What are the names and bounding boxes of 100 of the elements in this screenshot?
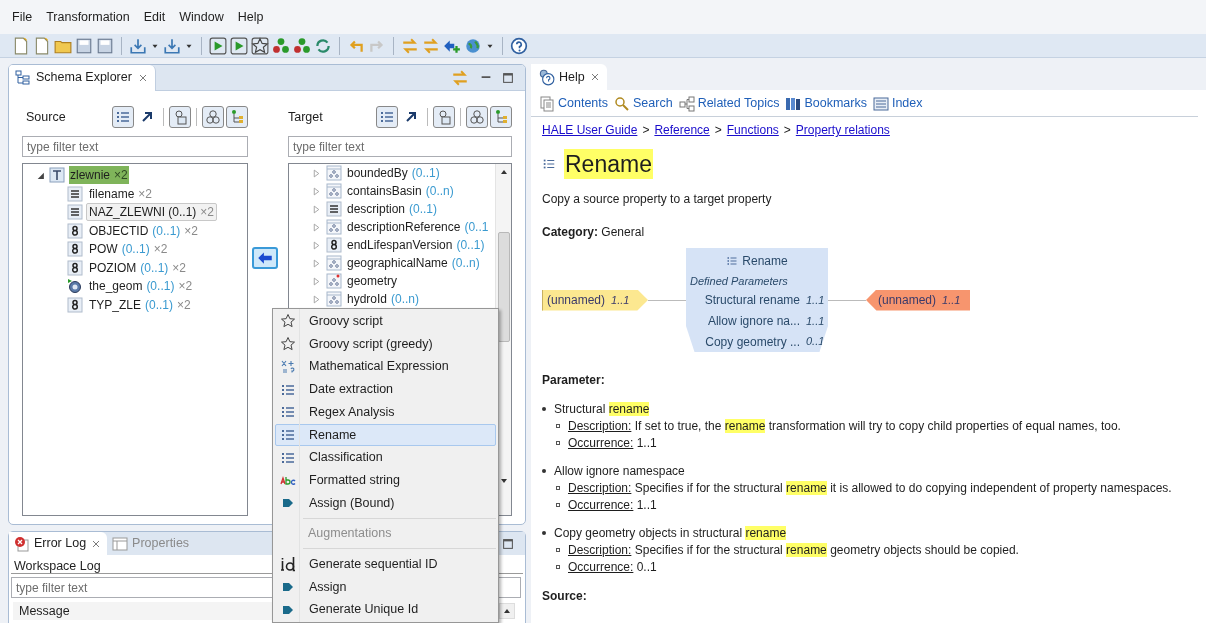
type-icon[interactable] [433,106,456,128]
books-icon [785,95,802,112]
new-file-icon[interactable] [12,36,30,55]
view-tab[interactable]: Help [531,64,607,90]
mapping-button-icon[interactable] [252,247,278,269]
tree-item[interactable]: NAZ_ZLEWNI (0..1) ×2 [86,203,218,222]
menu-item[interactable]: Transformation [39,6,137,28]
tree-item[interactable]: zlewnie ×2 [69,166,129,185]
connector-line [828,299,866,301]
refresh-icon[interactable] [314,36,332,55]
help-icon[interactable] [510,36,528,55]
tree-item[interactable]: descriptionReference (0..1 [347,218,489,236]
help-toolbar-button[interactable]: Search [614,94,673,113]
menu-item[interactable]: Regex Analysis [275,400,496,424]
help-category: Category: General [542,224,646,241]
list-icon [726,255,739,267]
rings-icon[interactable] [202,106,224,128]
scroll-up-icon[interactable] [499,603,515,619]
type-icon[interactable] [169,106,192,128]
bullet [542,406,546,411]
menu-item[interactable]: Mathematical Expression [275,355,496,379]
view-tab[interactable]: Error Log [9,532,108,555]
menu-item[interactable]: Classification [275,446,496,470]
menu-item[interactable]: Generate sequential ID [275,552,496,576]
menu-item[interactable]: Edit [136,6,173,28]
export-icon[interactable] [163,36,181,55]
parameter-name: Copy geometry objects in structural rename [554,524,787,542]
filter-field[interactable]: type filter text [288,136,512,157]
tree-item[interactable]: filename ×2 [86,184,156,203]
breadcrumb-link[interactable]: Functions [726,121,779,139]
list-icon [542,157,556,171]
tree-item[interactable]: endLifespanVersion (0..1) [347,236,485,254]
molecule-icon[interactable] [272,36,290,55]
maximize-icon[interactable] [501,70,515,85]
tree-item[interactable]: TYP_ZLE (0..1) ×2 [86,295,194,314]
help-toolbar-button[interactable]: Related Topics [678,94,780,113]
list-icon[interactable] [376,106,399,128]
error-log-icon [14,535,30,552]
number-icon [67,259,83,276]
view-tab[interactable]: Schema Explorer [9,65,156,91]
property-group-icon [326,255,342,271]
help-toolbar-button[interactable]: Bookmarks [785,94,867,113]
star-icon[interactable] [251,36,269,55]
sub-bullet [556,502,560,507]
sub-bullet [556,564,560,569]
property-group-icon [326,273,342,289]
property-group-icon [326,165,342,181]
menu-item[interactable]: Groovy script (greedy) [275,332,496,356]
property-group-icon [326,183,342,199]
tree-item[interactable]: POW (0..1) ×2 [86,240,171,259]
menu-item[interactable]: Assign (Bound) [275,491,496,515]
menu-item[interactable]: Window [172,6,231,28]
sub-bullet [556,485,560,490]
section-heading: Source: [542,588,588,605]
menu-item[interactable]: Generate Unique Id [275,598,496,622]
tree-item[interactable]: boundedBy (0..1) [347,164,440,182]
tree-item[interactable]: containsBasin (0..n) [347,182,454,200]
hierarchy-icon[interactable] [490,106,512,128]
breadcrumb-link[interactable]: HALE User Guide [542,121,638,139]
play-icon[interactable] [230,36,248,55]
menu-item[interactable]: Groovy script [275,310,496,333]
molecule-icon[interactable] [293,36,311,55]
tree-item[interactable]: the_geom (0..1) ×2 [86,277,196,296]
scrollbar-thumb[interactable] [497,232,510,342]
menu-item[interactable]: Rename [275,423,496,447]
list-icon[interactable] [112,106,135,128]
help-toolbar-button[interactable]: Index [872,94,923,113]
tree-item[interactable]: POZIOM (0..1) ×2 [86,258,190,277]
save-icon[interactable] [75,36,93,55]
help-summary: Copy a source property to a target property [542,191,773,208]
menu-item[interactable]: Formatted string [275,469,496,492]
import-icon[interactable] [129,36,147,55]
tree-item[interactable]: hydroId (0..n) [347,290,420,308]
menu-item[interactable]: Assign [275,575,496,599]
breadcrumb-link[interactable]: Property relations [795,121,890,139]
help-toolbar-button[interactable]: Contents [539,94,609,113]
filter-field[interactable]: type filter text [22,136,248,157]
menu-item[interactable]: Date extraction [275,378,496,401]
tree-item[interactable]: geometry [347,272,398,290]
maximize-icon[interactable] [501,536,515,551]
menu-section-header: Augmentations [307,525,393,543]
menu-item[interactable]: Help [230,6,271,28]
tree-item[interactable]: OBJECTID (0..1) ×2 [86,221,202,240]
bullet [542,530,546,535]
breadcrumb-separator: > [783,122,791,139]
parameter-occurrence: Occurrence: 1..1 [568,496,657,514]
save-all-icon[interactable] [96,36,114,55]
tree-item[interactable]: description (0..1) [347,200,438,218]
rings-icon[interactable] [466,106,488,128]
menu-item[interactable]: File [5,6,40,28]
expand-arrow-icon[interactable] [35,170,45,180]
breadcrumb-link[interactable]: Reference [654,121,710,139]
tree-item[interactable]: geographicalName (0..n) [347,254,480,272]
target-label: Target [288,108,324,126]
sub-bullet [556,423,560,428]
hierarchy-icon[interactable] [226,106,248,128]
play-icon[interactable] [209,36,227,55]
breadcrumb-separator: > [714,122,722,139]
tree-view-icon [15,69,31,86]
new-project-icon[interactable] [33,36,51,55]
